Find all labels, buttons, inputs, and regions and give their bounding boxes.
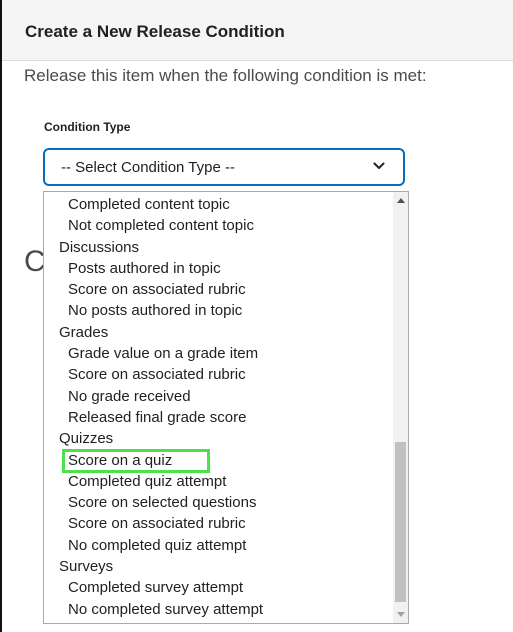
dropdown-option[interactable]: Score on associated rubric	[44, 279, 393, 300]
dropdown-option[interactable]: Released final grade score	[44, 407, 393, 428]
dropdown-option[interactable]: Score on selected questions	[44, 492, 393, 513]
dropdown-option[interactable]: No posts authored in topic	[44, 300, 393, 321]
dropdown-option[interactable]: Score on associated rubric	[44, 513, 393, 534]
condition-type-select-value: -- Select Condition Type --	[61, 159, 235, 176]
scrollbar-thumb[interactable]	[395, 442, 406, 602]
window-left-border	[0, 0, 2, 632]
dropdown-option[interactable]: No grade received	[44, 386, 393, 407]
dropdown-option[interactable]: No completed quiz attempt	[44, 535, 393, 556]
option-group-label: Discussions	[59, 238, 140, 256]
option-group-label: Grades	[59, 323, 109, 341]
condition-type-select[interactable]: -- Select Condition Type --	[43, 148, 405, 186]
dropdown-option[interactable]: Completed survey attempt	[44, 577, 393, 598]
option-group-label: Surveys	[59, 558, 114, 576]
dropdown-option[interactable]: Score on associated rubric	[44, 364, 393, 385]
scroll-up-arrow-icon[interactable]	[397, 198, 405, 203]
option-group-label: Quizzes	[59, 430, 114, 448]
dropdown-option[interactable]: Completed content topic	[44, 194, 393, 215]
dropdown-option[interactable]: Score on a quiz	[44, 450, 393, 471]
dropdown-option[interactable]: Not completed content topic	[44, 215, 393, 236]
dropdown-scrollbar[interactable]	[393, 192, 408, 623]
dropdown-option[interactable]: No completed survey attempt	[44, 599, 393, 620]
dropdown-options: Completed content topic Not completed con…	[44, 192, 393, 620]
dialog-subtitle: Release this item when the following con…	[24, 66, 427, 85]
dropdown-option[interactable]: Posts authored in topic	[44, 258, 393, 279]
dialog-header: Create a New Release Condition	[2, 0, 513, 61]
dropdown-option[interactable]: Completed quiz attempt	[44, 471, 393, 492]
condition-type-label: Condition Type	[44, 120, 131, 134]
dropdown-option[interactable]: Grade value on a grade item	[44, 343, 393, 364]
dialog-title: Create a New Release Condition	[25, 22, 285, 41]
scroll-down-arrow-icon[interactable]	[397, 612, 405, 617]
chevron-down-icon	[373, 162, 385, 169]
condition-type-dropdown-list[interactable]: Completed content topic Not completed con…	[43, 191, 409, 624]
